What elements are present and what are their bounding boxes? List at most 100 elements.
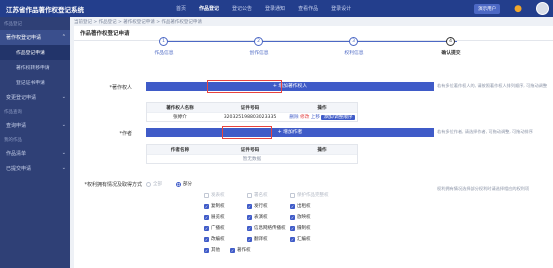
sidebar-item-label: 查询申请 <box>6 123 27 129</box>
author-table: 作者名称 证件号码 操作 暂无数据 <box>146 144 358 164</box>
checkbox-label: 信息网络传播权 <box>254 226 286 231</box>
column-header: 操作 <box>317 147 327 153</box>
checkbox-checked[interactable]: ✓ <box>204 247 209 253</box>
highlight-box <box>207 80 282 93</box>
applicant-name: 张婷介 <box>173 115 187 120</box>
chevron-down-icon: ⌄ <box>61 150 66 156</box>
applicant-label: *著作权人 <box>109 85 132 91</box>
checkbox-checked[interactable]: ✓ <box>204 214 209 220</box>
radio-all-label: 全部 <box>153 182 162 187</box>
checkbox-label: 出租权 <box>297 204 311 209</box>
sidebar-item-label: 作品清单 <box>6 151 27 157</box>
step-label: 作品信息 <box>154 51 174 56</box>
author-label: *作者 <box>119 131 132 137</box>
order-tag[interactable]: 添加/调整顺序 <box>321 115 355 120</box>
checkbox-checked[interactable]: ✓ <box>247 214 252 220</box>
delete-link[interactable]: 删除 <box>289 115 298 120</box>
column-header: 证件号码 <box>240 147 260 153</box>
step-node[interactable]: 1 <box>159 37 168 46</box>
step-node[interactable]: 3 <box>349 37 358 46</box>
author-hint: 若有多位作者, 请选择作者, 可拖动调整, 可拖动排序 <box>437 129 533 134</box>
nav-registration[interactable]: 作品登记 <box>199 5 219 12</box>
radio-part[interactable] <box>176 181 181 187</box>
chevron-down-icon: ⌄ <box>61 165 66 171</box>
checkbox-checked[interactable]: ✓ <box>290 225 295 231</box>
step-node-current[interactable]: 4 <box>446 37 455 46</box>
checkbox-checked[interactable]: ✓ <box>247 203 252 209</box>
column-header: 作者名称 <box>170 147 190 153</box>
column-header: 操作 <box>317 105 327 111</box>
applicant-id: 320325198803023335 <box>223 114 277 120</box>
bell-icon[interactable]: ● <box>514 4 522 14</box>
sidebar-group-mine: 我的作品 <box>4 138 22 143</box>
top-bar: 江苏省作品著作权登记系统 首页 作品登记 登记公告 登录通知 查看作品 登录设计… <box>0 0 553 17</box>
nav-home[interactable]: 首页 <box>176 5 186 12</box>
step-node[interactable]: 2 <box>254 37 263 46</box>
sidebar: 作品登记 著作权登记申请 ⌃ 作品登记申请 著作权转移申请 登记证书申请 变更登记… <box>0 17 70 268</box>
rights-label: *权利拥有情况及取得方式 <box>84 182 142 188</box>
rights-row: ✓ 改编权 ✓ 翻译权 ✓ 汇编权 <box>204 236 329 242</box>
checkbox[interactable] <box>204 192 209 198</box>
sidebar-subitem-transfer[interactable]: 著作权转移申请 <box>0 60 70 75</box>
edit-link[interactable]: 修改 <box>300 115 309 120</box>
nav-notice[interactable]: 登录通知 <box>265 5 285 12</box>
sidebar-item-apply[interactable]: 著作权登记申请 ⌃ <box>0 30 70 45</box>
nav-design[interactable]: 登录设计 <box>331 5 351 12</box>
main-panel: 作品著作权登记申请 1 2 3 4 作品信息 创作信息 权利信息 确认提交 *著… <box>74 26 553 268</box>
step-progress: 1 2 3 4 作品信息 创作信息 权利信息 确认提交 <box>154 36 461 56</box>
checkbox-checked[interactable]: ✓ <box>204 203 209 209</box>
sidebar-item-my-works[interactable]: 作品清单 ⌄ <box>0 146 70 161</box>
table-header: 作者名称 证件号码 操作 <box>147 145 357 154</box>
highlight-box <box>222 126 272 139</box>
rights-row: 发表权 署名权 保护作品完整权 <box>204 192 329 198</box>
checkbox[interactable] <box>290 192 295 198</box>
checkbox-checked[interactable]: ✓ <box>290 236 295 242</box>
nav-announcement[interactable]: 登记公告 <box>232 5 252 12</box>
radio-part-label: 部分 <box>183 182 192 187</box>
row-actions: 删除 修改 上移 添加/调整顺序 <box>287 114 357 120</box>
sidebar-item-label: 变更登记申请 <box>6 95 37 101</box>
checkbox-checked[interactable]: ✓ <box>290 203 295 209</box>
checkbox-checked[interactable]: ✓ <box>290 214 295 220</box>
add-author-button[interactable]: + 增加作者 <box>146 128 434 137</box>
sidebar-subitem-certificate[interactable]: 登记证书申请 <box>0 75 70 90</box>
checkbox-checked[interactable]: ✓ <box>247 225 252 231</box>
step-line <box>167 41 457 42</box>
checkbox-label: 保护作品完整权 <box>297 193 329 198</box>
checkbox-label: 发行权 <box>254 204 268 209</box>
rights-row: ✓ 其他 ✓ 著作权 <box>204 247 269 253</box>
nav-view-works[interactable]: 查看作品 <box>298 5 318 12</box>
rights-row: ✓ 广播权 ✓ 信息网络传播权 ✓ 摄制权 <box>204 225 329 231</box>
checkbox-label: 摄制权 <box>297 226 311 231</box>
sidebar-subitem-work[interactable]: 作品登记申请 <box>0 45 70 60</box>
user-button[interactable]: 演示用户 <box>474 3 501 14</box>
step-label: 创作信息 <box>249 51 269 56</box>
avatar[interactable] <box>536 2 549 15</box>
breadcrumb: 当前登记 > 作品登记 > 著作权登记申请 > 作品著作权登记申请 <box>74 20 202 25</box>
table-row: 张婷介 320325198803023335 删除 修改 上移 添加/调整顺序 <box>147 112 357 121</box>
applicant-hint: 若有多位著作权人的, 请按照著作权人排列顺序, 可拖动调整 <box>437 83 548 88</box>
chevron-up-icon: ⌃ <box>61 34 66 40</box>
move-up-link[interactable]: 上移 <box>311 115 320 120</box>
rights-radio-group: 全部 部分 <box>146 181 215 187</box>
sidebar-item-change[interactable]: 变更登记申请 ⌄ <box>0 90 70 105</box>
add-applicant-button[interactable]: + 增加著作权人 <box>146 82 434 91</box>
checkbox-label: 复制权 <box>211 204 225 209</box>
checkbox-label: 署名权 <box>254 193 268 198</box>
checkbox-checked[interactable]: ✓ <box>247 236 252 242</box>
app-title: 江苏省作品著作权登记系统 <box>6 5 84 14</box>
empty-row: 暂无数据 <box>147 154 357 163</box>
step-label: 权利信息 <box>344 51 364 56</box>
applicant-table: 著作权人名称 证件号码 操作 张婷介 320325198803023335 删除… <box>146 102 358 122</box>
checkbox-label: 广播权 <box>211 226 225 231</box>
radio-all[interactable] <box>146 181 151 187</box>
checkbox[interactable] <box>247 192 252 198</box>
checkbox-checked[interactable]: ✓ <box>204 236 209 242</box>
checkbox-label: 著作权 <box>237 248 251 253</box>
sidebar-item-query[interactable]: 查询申请 ⌄ <box>0 118 70 133</box>
sidebar-item-submitted[interactable]: 已提交申请 ⌄ <box>0 161 70 176</box>
checkbox-checked[interactable]: ✓ <box>230 247 235 253</box>
checkbox-checked[interactable]: ✓ <box>204 225 209 231</box>
checkbox-label: 发表权 <box>211 193 225 198</box>
chevron-down-icon: ⌄ <box>61 94 66 100</box>
